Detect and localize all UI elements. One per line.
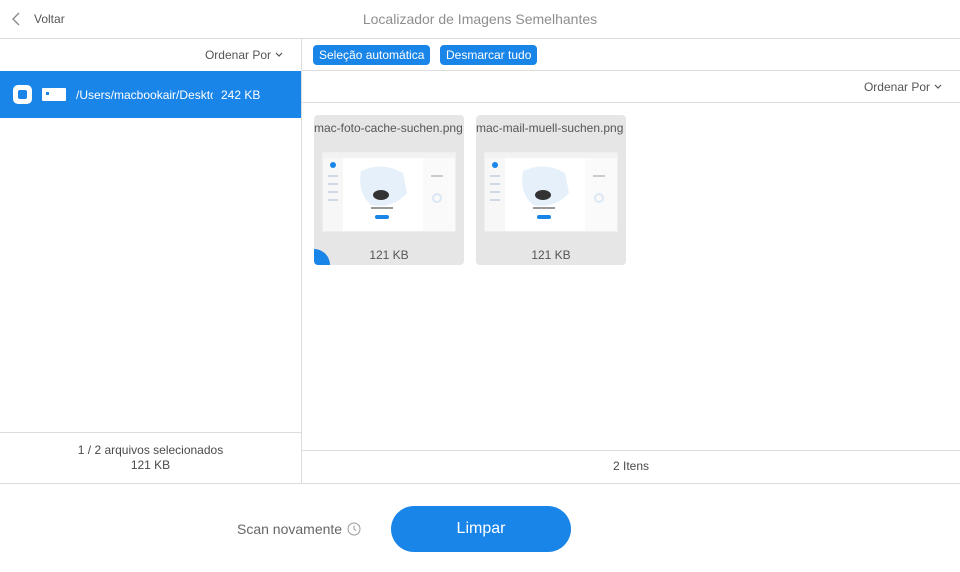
folder-checkbox[interactable] bbox=[13, 85, 32, 104]
image-name: mac-foto-cache-suchen.png bbox=[314, 121, 463, 135]
folder-size: 242 KB bbox=[221, 88, 261, 102]
unmark-all-button[interactable]: Desmarcar tudo bbox=[440, 45, 538, 65]
selection-summary: 1 / 2 arquivos selecionados 121 KB bbox=[0, 432, 301, 483]
rescan-button[interactable]: Scan novamente bbox=[237, 521, 361, 537]
chevron-down-icon bbox=[275, 52, 283, 57]
clean-button[interactable]: Limpar bbox=[391, 506, 571, 552]
right-sort-bar: Ordenar Por bbox=[302, 71, 960, 103]
rescan-label: Scan novamente bbox=[237, 521, 343, 537]
right-sort-label: Ordenar Por bbox=[863, 80, 930, 94]
selection-size: 121 KB bbox=[130, 458, 171, 472]
clock-icon bbox=[347, 522, 361, 536]
images-pane: Seleção automática Desmarcar tudo Ordena… bbox=[302, 39, 960, 483]
auto-select-button[interactable]: Seleção automática bbox=[313, 45, 431, 65]
image-size: 121 KB bbox=[531, 248, 571, 262]
right-sort-dropdown[interactable]: Ordenar Por bbox=[864, 80, 942, 94]
left-sort-label: Ordenar Por bbox=[204, 48, 271, 62]
window-title: Localizador de Imagens Semelhantes bbox=[362, 11, 598, 27]
header: Voltar Localizador de Imagens Semelhante… bbox=[0, 0, 960, 39]
item-count: 2 Itens bbox=[302, 450, 960, 483]
folder-list-pane: Ordenar Por /Users/macbookair/Desktop 24… bbox=[0, 39, 302, 483]
folder-path: /Users/macbookair/Desktop bbox=[76, 88, 213, 102]
image-card[interactable]: mac-foto-cache-suchen.png 121 KB bbox=[314, 115, 464, 265]
app-window: Voltar Localizador de Imagens Semelhante… bbox=[0, 0, 960, 572]
left-sort-dropdown[interactable]: Ordenar Por bbox=[205, 48, 283, 62]
folder-row[interactable]: /Users/macbookair/Desktop 242 KB bbox=[0, 71, 301, 118]
image-thumbnail bbox=[484, 152, 618, 232]
folder-icon bbox=[42, 88, 66, 101]
image-name: mac-mail-muell-suchen.png bbox=[476, 121, 624, 135]
image-card[interactable]: mac-mail-muell-suchen.png 121 KB bbox=[476, 115, 626, 265]
chevron-down-icon bbox=[934, 84, 942, 89]
selection-count: 1 / 2 arquivos selecionados bbox=[77, 443, 224, 457]
image-size: 121 KB bbox=[369, 248, 409, 262]
image-thumbnail bbox=[322, 152, 456, 232]
bottom-bar: Scan novamente Limpar bbox=[0, 483, 960, 572]
selection-toolbar: Seleção automática Desmarcar tudo bbox=[302, 39, 960, 71]
